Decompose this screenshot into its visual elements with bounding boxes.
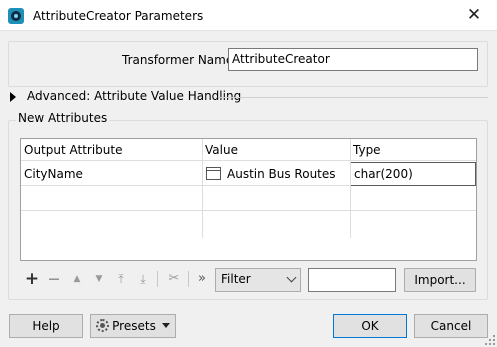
caret-down-icon bbox=[161, 323, 170, 328]
cell-output-attribute[interactable]: CityName bbox=[21, 162, 202, 186]
filter-dropdown[interactable]: Filter bbox=[215, 268, 301, 292]
cell-value-text: Austin Bus Routes bbox=[227, 167, 336, 181]
move-to-top-icon[interactable]: ⤒ bbox=[112, 270, 130, 288]
move-to-bottom-icon[interactable]: ⤓ bbox=[134, 270, 152, 288]
title-bar: AttributeCreator Parameters ✕ bbox=[0, 0, 497, 31]
import-button[interactable]: Import... bbox=[404, 268, 476, 292]
transformer-name-label: Transformer Name: bbox=[122, 53, 238, 67]
app-icon bbox=[8, 8, 24, 24]
column-divider bbox=[202, 139, 203, 238]
window-title: AttributeCreator Parameters bbox=[33, 9, 204, 23]
close-icon[interactable]: ✕ bbox=[451, 0, 497, 31]
dialog-content: Transformer Name: AttributeCreator Advan… bbox=[0, 31, 497, 347]
advanced-section-label: Advanced: Attribute Value Handling bbox=[27, 89, 242, 103]
gear-icon bbox=[96, 319, 110, 332]
toolbar-separator bbox=[188, 271, 189, 287]
ok-button[interactable]: OK bbox=[333, 314, 407, 338]
transformer-name-input[interactable]: AttributeCreator bbox=[228, 48, 478, 71]
attributes-table[interactable]: Output Attribute Value Type CityName Aus… bbox=[20, 138, 477, 261]
remove-icon[interactable]: — bbox=[45, 270, 63, 288]
attributes-toolbar: + — ▲ ▼ ⤒ ⤓ ✂ » Filter Import... bbox=[20, 267, 480, 293]
column-divider bbox=[350, 139, 351, 238]
add-icon[interactable]: + bbox=[23, 270, 41, 288]
chevron-down-icon bbox=[286, 272, 297, 283]
advanced-divider bbox=[218, 97, 488, 98]
help-button[interactable]: Help bbox=[9, 314, 83, 338]
move-down-icon[interactable]: ▼ bbox=[90, 270, 108, 288]
column-header-type[interactable]: Type bbox=[350, 139, 476, 161]
filter-dropdown-value: Filter bbox=[221, 272, 251, 286]
new-attributes-label: New Attributes bbox=[16, 111, 110, 125]
cell-value[interactable]: Austin Bus Routes bbox=[202, 162, 350, 186]
cancel-button[interactable]: Cancel bbox=[414, 314, 488, 338]
cut-icon[interactable]: ✂ bbox=[165, 270, 183, 288]
toolbar-separator bbox=[157, 271, 158, 287]
column-header-value[interactable]: Value bbox=[202, 139, 350, 161]
column-header-output-attribute[interactable]: Output Attribute bbox=[21, 139, 202, 161]
move-up-icon[interactable]: ▲ bbox=[68, 270, 86, 288]
more-actions-icon[interactable]: » bbox=[193, 270, 211, 288]
presets-label: Presets bbox=[112, 319, 156, 333]
presets-button[interactable]: Presets bbox=[90, 314, 176, 338]
text-value-icon bbox=[206, 167, 221, 180]
cell-type[interactable]: char(200) bbox=[350, 162, 476, 186]
table-row-empty[interactable] bbox=[21, 187, 476, 211]
table-row[interactable]: CityName Austin Bus Routes char(200) bbox=[21, 162, 476, 186]
expand-arrow-icon bbox=[10, 92, 16, 102]
filter-text-input[interactable] bbox=[308, 268, 396, 292]
resize-grip[interactable] bbox=[485, 335, 495, 345]
